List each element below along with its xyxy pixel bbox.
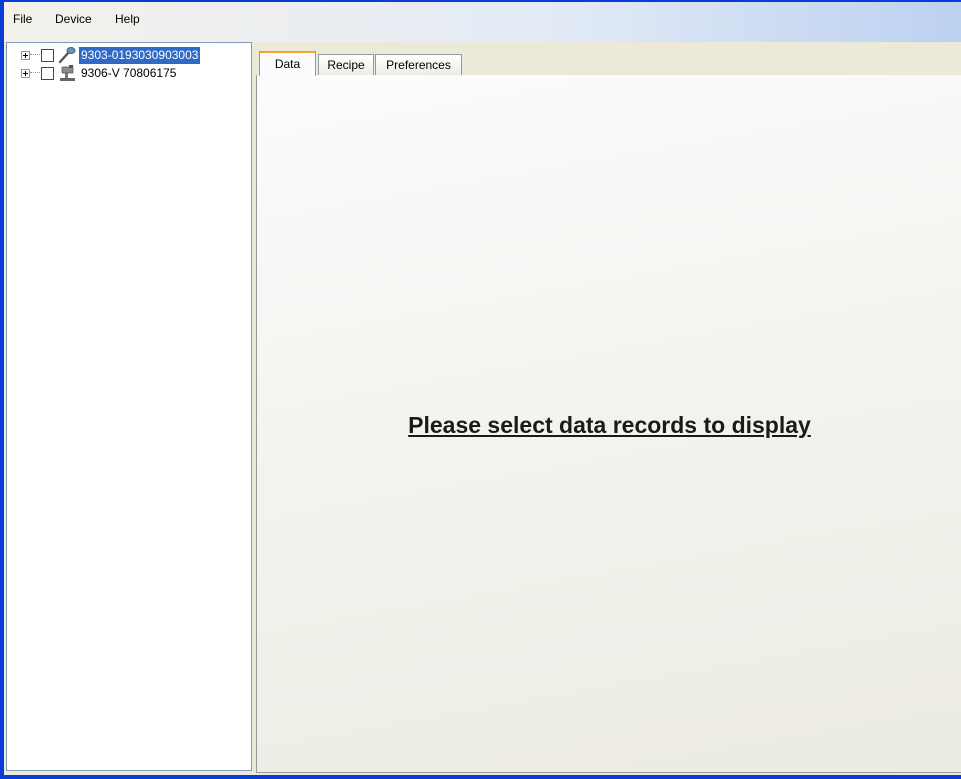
tab-strip: Data Recipe Preferences bbox=[256, 42, 961, 76]
tab-preferences[interactable]: Preferences bbox=[375, 54, 462, 76]
tree-node-label[interactable]: 9306-V 70806175 bbox=[79, 65, 178, 82]
tree-node-label[interactable]: 9303-0193030903003 bbox=[79, 46, 201, 64]
content-area: Data Recipe Preferences Please select da… bbox=[256, 42, 961, 773]
tree-connector bbox=[30, 54, 40, 56]
probe-icon bbox=[58, 47, 76, 64]
menu-help[interactable]: Help bbox=[111, 10, 144, 28]
menu-bar: File Device Help bbox=[4, 2, 961, 42]
expand-icon[interactable] bbox=[21, 50, 30, 60]
microscope-icon bbox=[60, 65, 75, 81]
node-checkbox[interactable] bbox=[41, 48, 54, 62]
empty-state-message: Please select data records to display bbox=[408, 412, 811, 438]
menu-device[interactable]: Device bbox=[51, 10, 96, 28]
device-tree[interactable]: 9303-0193030903003 9306-V 70806175 bbox=[6, 42, 252, 771]
tab-data[interactable]: Data bbox=[259, 51, 316, 76]
tree-connector bbox=[30, 72, 40, 74]
menu-file[interactable]: File bbox=[9, 10, 36, 28]
tab-recipe[interactable]: Recipe bbox=[318, 54, 374, 76]
node-checkbox[interactable] bbox=[41, 66, 54, 80]
expand-icon[interactable] bbox=[21, 68, 30, 78]
tree-node[interactable]: 9306-V 70806175 bbox=[21, 64, 178, 82]
application-window: File Device Help 9303-0193030903003 9306… bbox=[0, 0, 961, 779]
tree-node[interactable]: 9303-0193030903003 bbox=[21, 46, 201, 64]
data-panel: Please select data records to display bbox=[256, 75, 961, 773]
